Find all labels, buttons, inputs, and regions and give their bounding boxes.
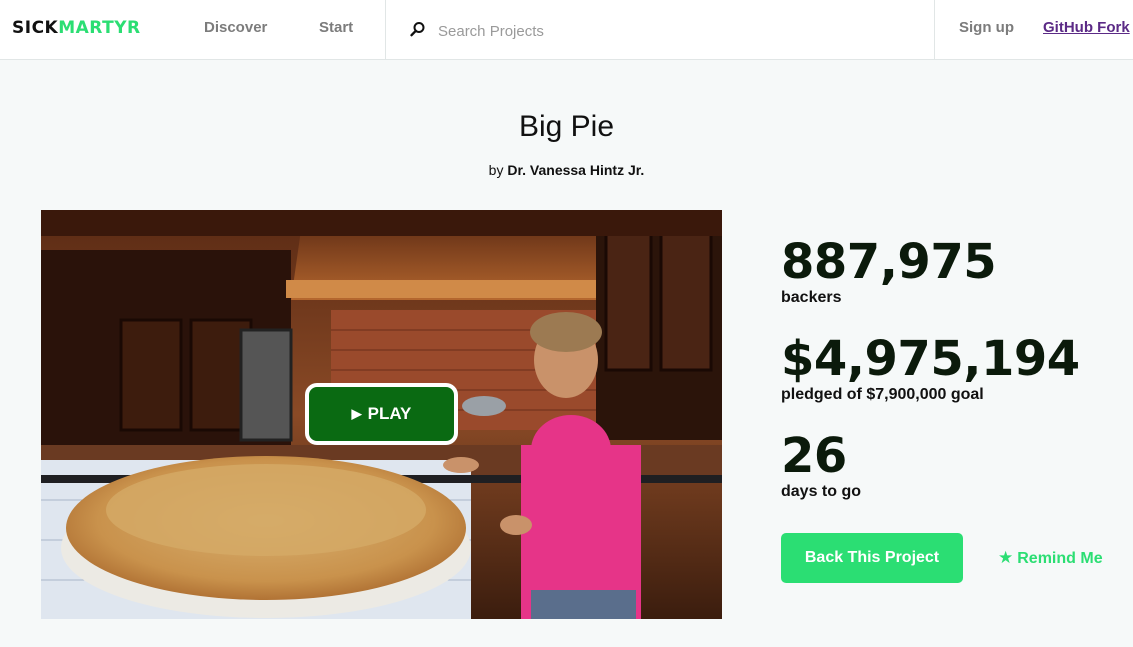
site-logo[interactable]: SICKMARTYR bbox=[12, 16, 141, 40]
play-icon: ▶ bbox=[351, 406, 362, 421]
backers-label: backers bbox=[781, 289, 842, 306]
star-icon: ★ bbox=[998, 548, 1014, 567]
nav-start-link[interactable]: Start bbox=[319, 18, 353, 38]
byline-prefix: by bbox=[488, 162, 504, 178]
sign-up-link[interactable]: Sign up bbox=[959, 18, 1014, 38]
header-divider bbox=[385, 0, 386, 60]
days-label: days to go bbox=[781, 483, 862, 500]
play-button[interactable]: ▶ PLAY bbox=[305, 383, 458, 445]
logo-text-martyr: MARTYR bbox=[58, 18, 141, 38]
project-title: Big Pie bbox=[518, 110, 615, 143]
project-byline: by Dr. Vanessa Hintz Jr. bbox=[0, 160, 1133, 180]
top-navigation-bar: SICKMARTYR Discover Start Sign up GitHub… bbox=[0, 0, 1133, 60]
nav-discover-link[interactable]: Discover bbox=[204, 18, 267, 38]
search-input[interactable] bbox=[436, 18, 920, 44]
logo-text-sick: SICK bbox=[12, 18, 59, 38]
days-remaining: 26 bbox=[781, 428, 847, 484]
play-label: PLAY bbox=[367, 404, 412, 423]
creator-name[interactable]: Dr. Vanessa Hintz Jr. bbox=[507, 162, 644, 178]
remind-me-label: Remind Me bbox=[1017, 550, 1103, 567]
search-icon[interactable] bbox=[408, 20, 428, 40]
pledged-amount: $4,975,194 bbox=[781, 331, 1080, 387]
pledged-label: pledged of $7,900,000 goal bbox=[781, 386, 984, 403]
header-divider-right bbox=[934, 0, 935, 60]
back-this-project-button[interactable]: Back This Project bbox=[781, 533, 963, 583]
remind-me-link[interactable]: ★ Remind Me bbox=[998, 547, 1103, 569]
backers-count: 887,975 bbox=[781, 234, 997, 290]
github-fork-link[interactable]: GitHub Fork bbox=[1043, 18, 1130, 38]
